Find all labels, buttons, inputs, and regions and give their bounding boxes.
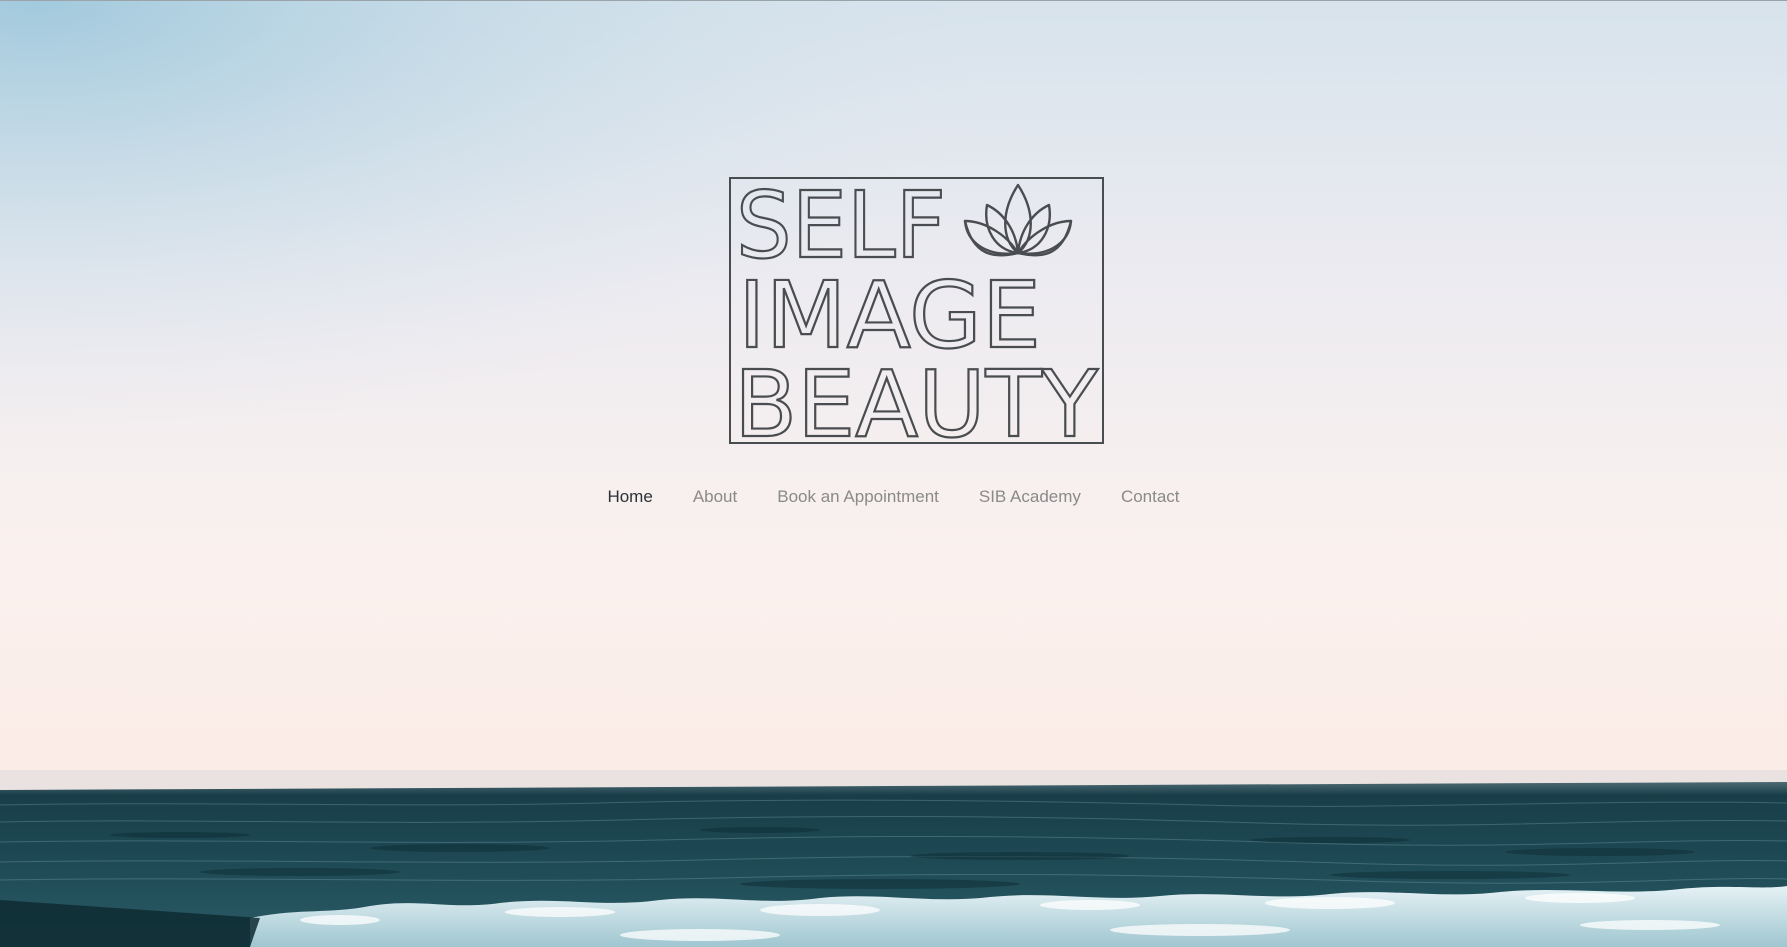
nav-about[interactable]: About — [693, 487, 737, 507]
logo-text-beauty: BEAUTY — [734, 351, 1099, 446]
hero-background — [0, 0, 1787, 947]
nav-home[interactable]: Home — [607, 487, 652, 507]
nav-book-appointment[interactable]: Book an Appointment — [777, 487, 939, 507]
page: SELF IMAGE BEAUTY Home About Book an App… — [0, 0, 1787, 947]
top-border — [0, 0, 1787, 1]
nav-contact[interactable]: Contact — [1121, 487, 1180, 507]
main-nav: Home About Book an Appointment SIB Acade… — [0, 487, 1787, 507]
logo[interactable]: SELF IMAGE BEAUTY — [729, 171, 1105, 459]
nav-sib-academy[interactable]: SIB Academy — [979, 487, 1081, 507]
lotus-icon — [963, 183, 1073, 257]
